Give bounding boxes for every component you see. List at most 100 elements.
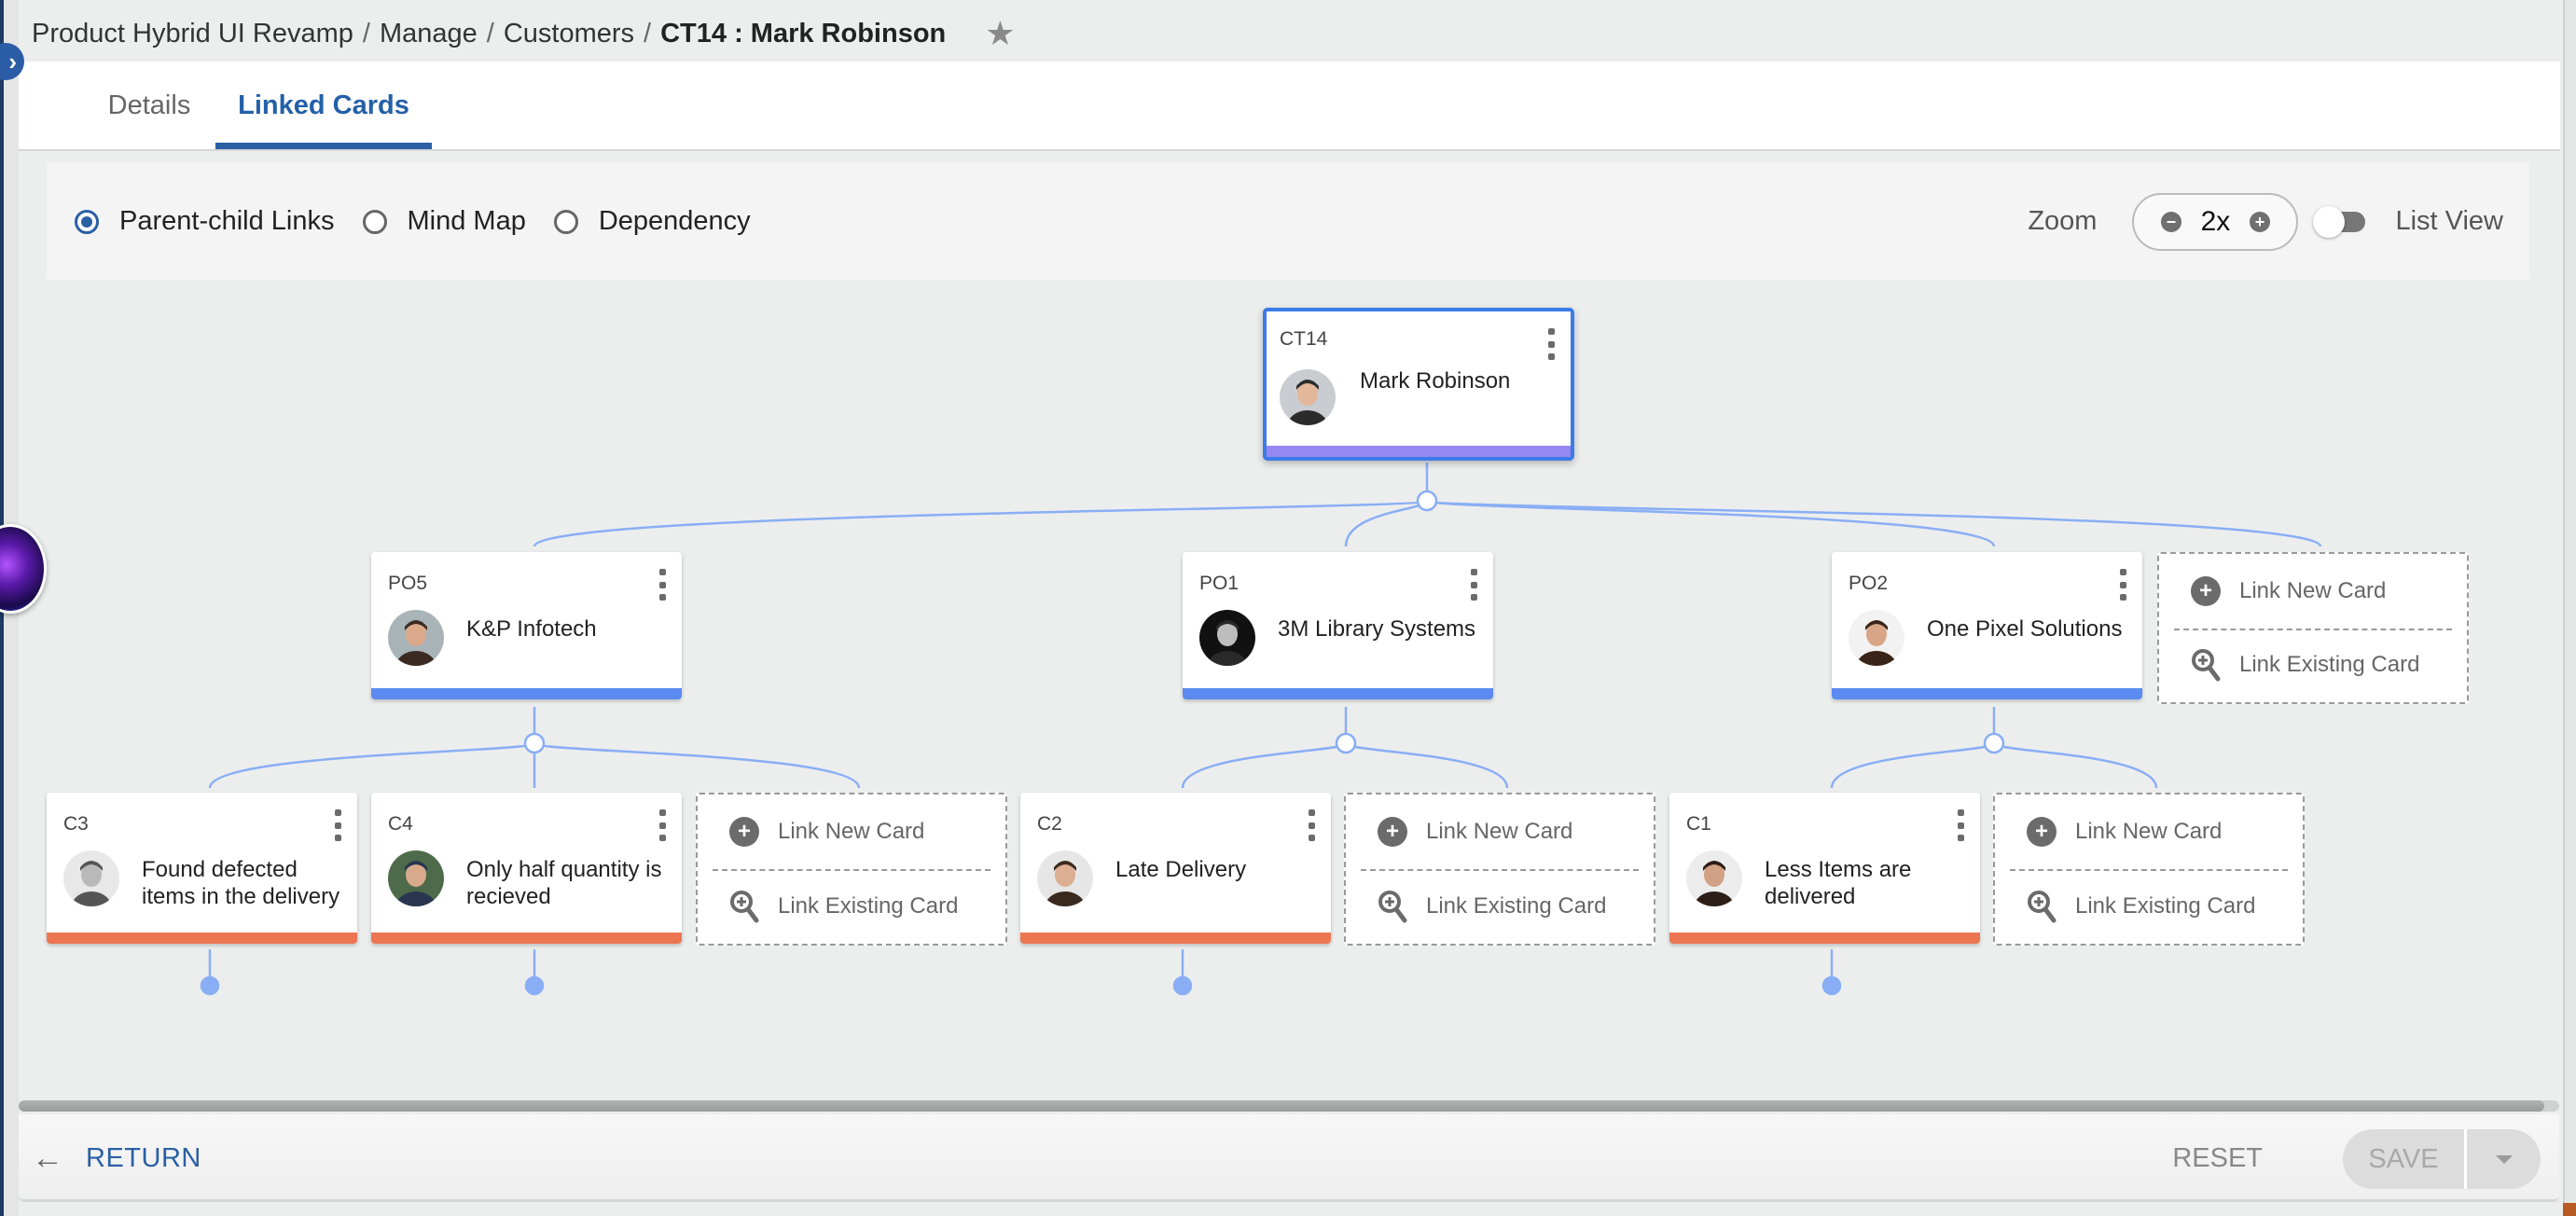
avatar [388,850,444,906]
radio-label: Mind Map [407,206,526,236]
zoom-out-icon[interactable]: − [2160,211,2181,232]
view-mode-radio-group: Parent-child Links Mind Map Dependency [75,163,779,280]
card-id: C2 [1037,813,1062,835]
return-button[interactable]: ← RETURN [32,1114,201,1202]
link-existing-card-label: Link Existing Card [2075,893,2256,919]
card-id: PO5 [388,573,428,594]
card-menu-kebab-icon[interactable] [1546,328,1556,360]
card-status-bar [371,688,682,699]
radio-mind-map[interactable]: Mind Map [362,206,526,237]
plus-circle-icon: + [2191,575,2221,606]
card-status-bar [371,933,682,944]
avatar [388,610,444,666]
favorite-star-icon[interactable]: ★ [985,14,1015,53]
link-existing-card-button[interactable]: Link Existing Card [1346,869,1654,944]
connector-branch [1992,741,2158,789]
radio-unchecked-icon [362,209,387,234]
horizontal-scrollbar[interactable] [19,1100,2559,1112]
card-title: Found defected items in the delivery [142,857,340,909]
zoom-in-search-icon [2028,891,2057,923]
link-new-card-label: Link New Card [778,819,925,844]
link-new-card-button[interactable]: + Link New Card [698,795,1005,869]
radio-parent-child-links[interactable]: Parent-child Links [75,206,335,237]
link-new-card-button[interactable]: + Link New Card [1346,795,1654,869]
connector-branch [1830,741,1996,789]
tabs-panel: Details Linked Cards [19,62,2560,151]
scrollbar-thumb[interactable] [19,1100,2544,1112]
avatar [1849,610,1904,666]
card-status-bar [1267,446,1571,457]
connector-branch [1181,741,1348,789]
case-card[interactable]: C1 Less Items are delivered [1669,793,1980,944]
expand-node-dot [200,975,220,996]
save-split-button: SAVE [2343,1129,2541,1189]
link-new-card-label: Link New Card [2239,577,2387,603]
radio-dependency[interactable]: Dependency [553,206,751,237]
po-card[interactable]: PO2 One Pixel Solutions [1832,552,2142,699]
list-view-toggle[interactable] [2313,205,2369,238]
card-menu-kebab-icon[interactable] [658,569,667,601]
link-existing-card-button[interactable]: Link Existing Card [698,869,1005,944]
card-menu-kebab-icon[interactable] [333,809,342,841]
expand-node-dot [524,975,545,996]
breadcrumb-separator: / [486,18,494,48]
tab-details[interactable]: Details [63,62,235,149]
case-card[interactable]: C2 Late Delivery [1020,793,1331,944]
card-id: PO2 [1849,573,1889,594]
expand-node-dot [1172,975,1193,996]
reset-button[interactable]: RESET [2172,1114,2263,1202]
save-options-dropdown[interactable] [2467,1129,2541,1189]
avatar [63,850,119,906]
card-menu-kebab-icon[interactable] [2118,569,2127,601]
card-menu-kebab-icon[interactable] [1469,569,1478,601]
link-new-card-button[interactable]: + Link New Card [2159,554,2467,629]
footer-bar: ← RETURN RESET SAVE [19,1114,2559,1202]
case-card[interactable]: C4 Only half quantity is recieved [371,793,682,944]
chevron-right-icon: › [8,47,17,76]
zoom-in-icon[interactable]: + [2250,211,2271,232]
po-card[interactable]: PO1 3M Library Systems [1183,552,1493,699]
breadcrumb-item-customers[interactable]: Customers [504,19,634,49]
link-existing-card-button[interactable]: Link Existing Card [1995,869,2303,944]
breadcrumb-separator: / [644,18,652,48]
card-status-bar [1669,933,1980,944]
card-status-bar [1020,933,1331,944]
window-right-edge [2563,0,2576,1216]
connector-branch [1344,741,1509,789]
card-menu-kebab-icon[interactable] [658,809,667,841]
assistant-orb-button[interactable] [0,524,47,614]
zoom-in-search-icon [2192,649,2221,682]
card-title: Less Items are delivered [1765,857,1912,909]
link-existing-card-button[interactable]: Link Existing Card [2159,629,2467,703]
link-card-box: + Link New Card Link Existing Card [696,793,1007,946]
connector-branch [533,499,1429,548]
link-existing-card-label: Link Existing Card [2239,652,2420,678]
card-id: CT14 [1280,328,1328,350]
radio-checked-icon [75,209,99,234]
root-card[interactable]: CT14 Mark Robinson [1263,308,1574,461]
link-existing-card-label: Link Existing Card [1426,893,1607,919]
link-new-card-button[interactable]: + Link New Card [1995,795,2303,869]
card-id: C3 [63,813,89,835]
junction-node [523,732,546,754]
po-card[interactable]: PO5 K&P Infotech [371,552,682,699]
card-menu-kebab-icon[interactable] [1956,809,1965,841]
card-title: One Pixel Solutions [1927,616,2123,642]
plus-circle-icon: + [1378,817,1407,847]
zoom-controls: Zoom − 2x + List View [2028,163,2503,280]
plus-circle-icon: + [2027,817,2057,847]
link-new-card-label: Link New Card [1426,819,1573,844]
link-card-box: + Link New Card Link Existing Card [2157,552,2469,704]
tab-linked-cards[interactable]: Linked Cards [215,62,432,149]
card-menu-kebab-icon[interactable] [1307,809,1316,841]
save-button[interactable]: SAVE [2343,1129,2464,1189]
card-title: K&P Infotech [466,616,597,642]
breadcrumb-item-manage[interactable]: Manage [380,19,478,49]
link-new-card-label: Link New Card [2075,819,2223,844]
list-view-label: List View [2395,206,2503,236]
case-card[interactable]: C3 Found defected items in the delivery [47,793,357,944]
card-title: Only half quantity is recieved [466,857,662,909]
connector-branch [533,741,861,789]
breadcrumb-item-project[interactable]: Product Hybrid UI Revamp [32,19,353,49]
zoom-in-search-icon [1378,891,1407,923]
